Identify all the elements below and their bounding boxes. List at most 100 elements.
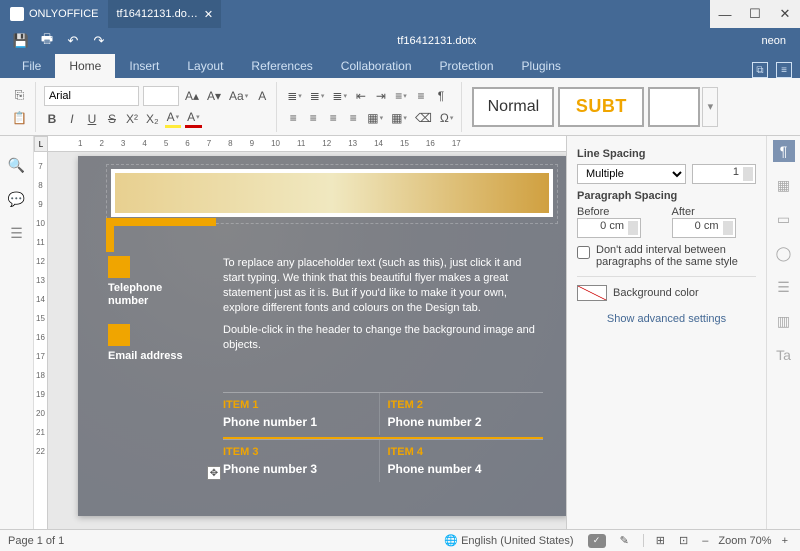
header-zone[interactable]: [106, 164, 558, 224]
vertical-ruler[interactable]: 78910111213141516171819202122: [34, 152, 48, 529]
item-name[interactable]: ITEM 1: [223, 399, 379, 411]
undo-button[interactable]: ↶: [60, 31, 86, 51]
zoom-out-button[interactable]: –: [698, 535, 712, 547]
shape-icon[interactable]: ◯: [773, 242, 795, 264]
bold-button[interactable]: B: [44, 110, 60, 128]
body-text[interactable]: To replace any placeholder text (such as…: [223, 256, 543, 361]
save-button[interactable]: 💾: [8, 31, 34, 51]
bullets-button[interactable]: ≣: [285, 87, 304, 105]
underline-button[interactable]: U: [84, 110, 100, 128]
align-justify-button[interactable]: ≡: [345, 109, 361, 127]
redo-button[interactable]: ↷: [86, 31, 112, 51]
comments-icon[interactable]: 💬: [8, 190, 26, 208]
image-icon[interactable]: ▭: [773, 208, 795, 230]
line-spacing-value[interactable]: 1: [692, 164, 756, 184]
shading-button[interactable]: ▦: [365, 109, 385, 127]
no-interval-input[interactable]: [577, 246, 590, 259]
dedent-button[interactable]: ⇤: [353, 87, 369, 105]
font-color-button[interactable]: A: [185, 110, 202, 128]
tab-protection[interactable]: Protection: [426, 54, 508, 78]
font-decrease-button[interactable]: A▾: [205, 87, 223, 105]
item-phone[interactable]: Phone number 3: [223, 462, 379, 476]
align-right-button[interactable]: ≡: [325, 109, 341, 127]
table-icon[interactable]: ▦: [773, 174, 795, 196]
item-phone[interactable]: Phone number 1: [223, 415, 379, 429]
item-name[interactable]: ITEM 4: [388, 446, 544, 458]
font-name-select[interactable]: [44, 86, 139, 106]
subscript-button[interactable]: X₂: [144, 110, 161, 128]
table-move-handle[interactable]: ✥: [207, 466, 221, 480]
fit-width-button[interactable]: ⊡: [675, 534, 692, 547]
tab-plugins[interactable]: Plugins: [508, 54, 575, 78]
view-settings-icon[interactable]: ≡: [776, 62, 792, 78]
copy-button[interactable]: ⎘: [10, 87, 29, 105]
tab-collaboration[interactable]: Collaboration: [327, 54, 426, 78]
clear-style-button[interactable]: ⌫: [413, 109, 434, 127]
align-center-button[interactable]: ≡: [305, 109, 321, 127]
tab-home[interactable]: Home: [55, 54, 115, 78]
zoom-label[interactable]: Zoom 70%: [718, 535, 771, 547]
items-table[interactable]: ITEM 1 Phone number 1 ITEM 2 Phone numbe…: [223, 392, 543, 482]
item-phone[interactable]: Phone number 4: [388, 462, 544, 476]
multilevel-button[interactable]: ≣: [330, 87, 349, 105]
textart-icon[interactable]: Ta: [773, 344, 795, 366]
pilcrow-button[interactable]: ¶: [433, 87, 449, 105]
document-page[interactable]: Telephone number Email address To replac…: [78, 156, 566, 516]
sort-button[interactable]: ≡: [413, 87, 429, 105]
track-changes-button[interactable]: ✎: [616, 534, 633, 547]
advanced-settings-link[interactable]: Show advanced settings: [577, 313, 756, 325]
email-block[interactable]: Email address: [108, 324, 198, 363]
tab-file[interactable]: File: [8, 54, 55, 78]
search-icon[interactable]: 🔍: [8, 156, 26, 174]
special-char-button[interactable]: Ω: [438, 109, 456, 127]
ruler-corner[interactable]: L: [34, 136, 48, 152]
document-tab[interactable]: tf16412131.do… ✕: [108, 0, 221, 28]
change-case-button[interactable]: Aa: [227, 87, 250, 105]
paragraph-1[interactable]: To replace any placeholder text (such as…: [223, 256, 543, 315]
item-name[interactable]: ITEM 3: [223, 446, 379, 458]
header-footer-icon[interactable]: ☰: [773, 276, 795, 298]
item-name[interactable]: ITEM 2: [388, 399, 544, 411]
close-icon[interactable]: ✕: [204, 8, 213, 21]
font-size-select[interactable]: [143, 86, 179, 106]
marker-button[interactable]: A: [254, 87, 270, 105]
telephone-block[interactable]: Telephone number: [108, 256, 198, 308]
tab-layout[interactable]: Layout: [173, 54, 237, 78]
no-interval-checkbox[interactable]: Don't add interval between paragraphs of…: [577, 244, 756, 268]
before-input[interactable]: 0 cm: [577, 218, 641, 238]
paste-button[interactable]: 📋: [10, 109, 29, 127]
horizontal-ruler[interactable]: 1234567891011121314151617: [48, 136, 566, 152]
font-increase-button[interactable]: A▴: [183, 87, 201, 105]
minimize-button[interactable]: —: [710, 0, 740, 28]
numbering-button[interactable]: ≣: [308, 87, 327, 105]
headings-icon[interactable]: ☰: [8, 224, 26, 242]
item-phone[interactable]: Phone number 2: [388, 415, 544, 429]
print-button[interactable]: 🖶: [34, 31, 60, 51]
maximize-button[interactable]: ☐: [740, 0, 770, 28]
tab-references[interactable]: References: [237, 54, 326, 78]
lineheight-button[interactable]: ≡: [393, 87, 409, 105]
user-name[interactable]: neon: [762, 35, 792, 47]
align-left-button[interactable]: ≡: [285, 109, 301, 127]
indent-button[interactable]: ⇥: [373, 87, 389, 105]
strike-button[interactable]: S: [104, 110, 120, 128]
borders-button[interactable]: ▦: [389, 109, 409, 127]
line-spacing-mode[interactable]: Multiple: [577, 164, 686, 184]
document-canvas[interactable]: L 1234567891011121314151617 789101112131…: [34, 136, 566, 529]
after-input[interactable]: 0 cm: [672, 218, 736, 238]
tab-insert[interactable]: Insert: [115, 54, 173, 78]
styles-dropdown[interactable]: ▾: [702, 87, 718, 127]
paragraph-icon[interactable]: ¶: [773, 140, 795, 162]
open-location-icon[interactable]: ⧉: [752, 62, 768, 78]
spellcheck-button[interactable]: ✓: [588, 534, 606, 548]
language-button[interactable]: 🌐 English (United States): [440, 534, 577, 547]
style-subtitle[interactable]: SUBT: [558, 87, 644, 127]
paragraph-2[interactable]: Double-click in the header to change the…: [223, 323, 543, 353]
header-image[interactable]: [111, 169, 553, 217]
style-normal[interactable]: Normal: [472, 87, 554, 127]
highlight-button[interactable]: A: [165, 110, 182, 128]
bg-color-swatch[interactable]: [577, 285, 607, 301]
zoom-in-button[interactable]: +: [778, 535, 792, 547]
superscript-button[interactable]: X²: [124, 110, 140, 128]
italic-button[interactable]: I: [64, 110, 80, 128]
